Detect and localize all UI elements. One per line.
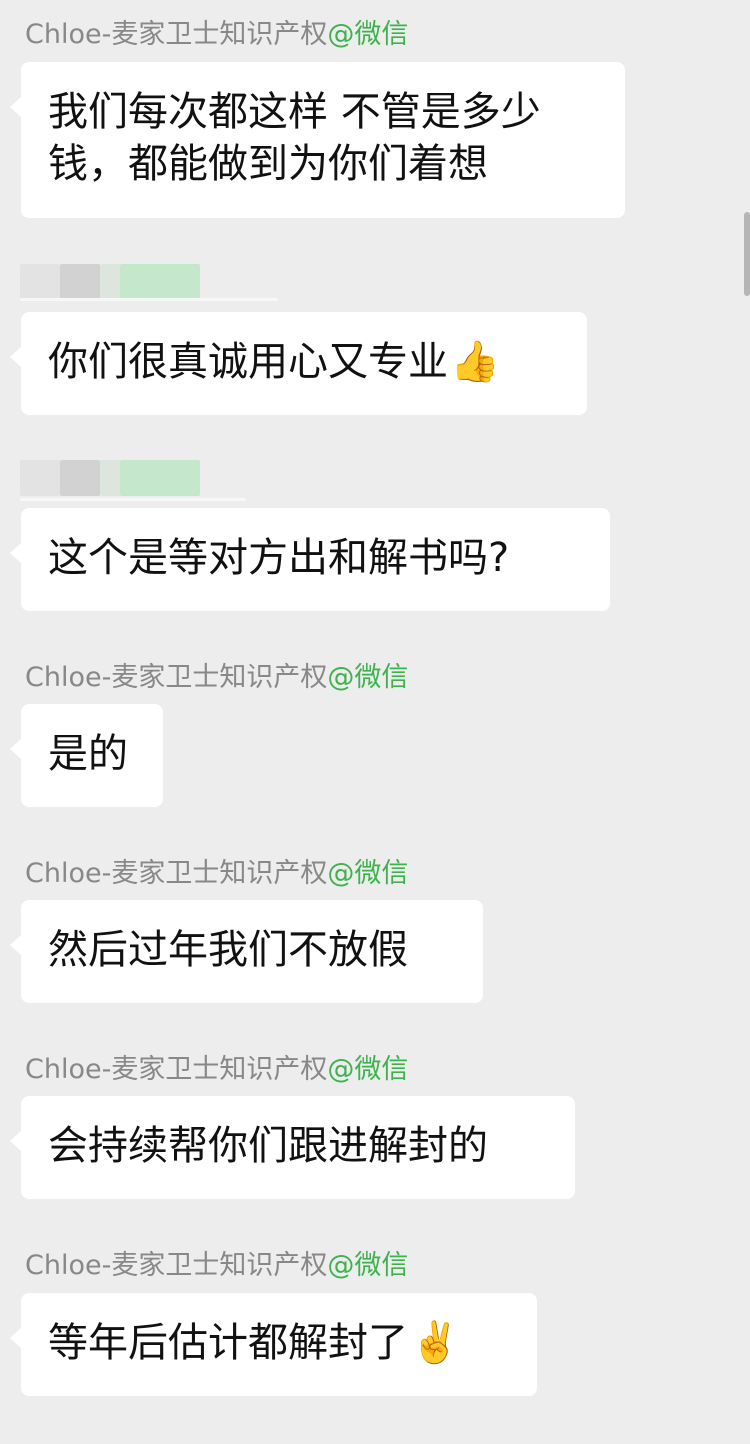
sender-name: Chloe-麦家卫士知识产权@微信	[25, 1052, 408, 1088]
message-text: 是的	[48, 731, 128, 777]
sender-source-tag: @微信	[327, 662, 409, 693]
thumbs-up-icon: 👍	[450, 339, 500, 385]
sender-name: Chloe-麦家卫士知识产权@微信	[25, 856, 408, 892]
sender-name-text: Chloe-麦家卫士知识产权	[25, 1054, 328, 1085]
victory-hand-icon: ✌️	[410, 1320, 460, 1366]
message-bubble[interactable]: 你们很真诚用心又专业👍	[10, 312, 587, 415]
message-text: 我们每次都这样 不管是多少钱，都能做到为你们着想	[48, 89, 541, 187]
message-bubble[interactable]: 是的	[10, 704, 163, 807]
message-bubble[interactable]: 会持续帮你们跟进解封的	[10, 1096, 575, 1199]
message-bubble[interactable]: 等年后估计都解封了✌️	[10, 1293, 537, 1396]
message-bubble[interactable]: 然后过年我们不放假	[10, 900, 483, 1003]
sender-source-tag: @微信	[327, 1250, 409, 1281]
sender-source-tag: @微信	[327, 858, 409, 889]
message-text: 会持续帮你们跟进解封的	[48, 1123, 488, 1169]
sender-source-tag: @微信	[327, 1054, 409, 1085]
sender-name-text: Chloe-麦家卫士知识产权	[25, 19, 328, 50]
message-text: 然后过年我们不放假	[48, 927, 408, 973]
message-text: 你们很真诚用心又专业	[48, 339, 448, 385]
sender-name-text: Chloe-麦家卫士知识产权	[25, 858, 328, 889]
sender-source-tag: @微信	[327, 19, 409, 50]
sender-name: Chloe-麦家卫士知识产权@微信	[25, 660, 408, 696]
sender-name: Chloe-麦家卫士知识产权@微信	[25, 1248, 408, 1284]
scrollbar[interactable]	[744, 212, 750, 296]
sender-name-text: Chloe-麦家卫士知识产权	[25, 1250, 328, 1281]
message-text: 等年后估计都解封了	[48, 1320, 408, 1366]
message-text: 这个是等对方出和解书吗?	[48, 535, 510, 581]
sender-name: Chloe-麦家卫士知识产权@微信	[25, 17, 408, 53]
sender-name-text: Chloe-麦家卫士知识产权	[25, 662, 328, 693]
message-bubble[interactable]: 我们每次都这样 不管是多少钱，都能做到为你们着想	[10, 62, 625, 218]
message-bubble[interactable]: 这个是等对方出和解书吗?	[10, 508, 610, 611]
